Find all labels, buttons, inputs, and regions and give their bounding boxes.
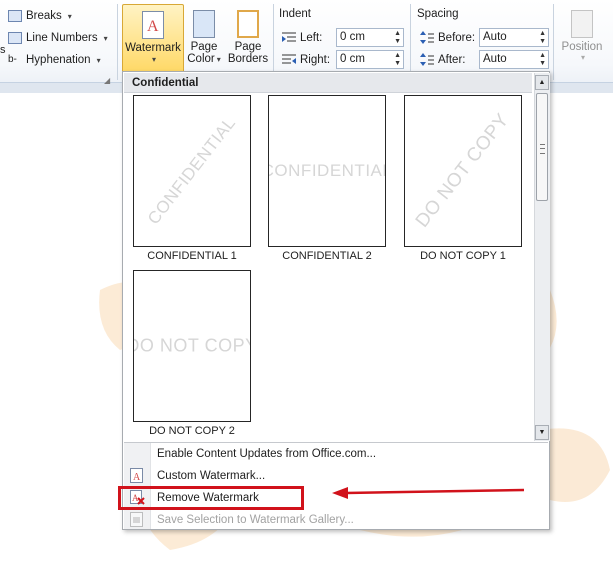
custom-watermark-item[interactable]: Custom Watermark... — [157, 466, 265, 486]
page-borders-label-1: Page — [234, 41, 262, 53]
scroll-up-icon[interactable]: ▲ — [535, 75, 549, 90]
indent-right-value: 0 cm — [340, 53, 365, 65]
position-icon — [571, 10, 593, 38]
line-numbers-button[interactable]: Line Numbers ▾ — [8, 29, 108, 47]
watermark-thumbnail-do-not-copy-2[interactable]: DO NOT COPY — [133, 270, 251, 422]
watermark-thumbnail-confidential-1[interactable]: CONFIDENTIAL — [133, 95, 251, 247]
spacing-after-value: Auto — [483, 53, 507, 65]
indent-right-icon — [282, 53, 296, 67]
dialog-launcher-icon[interactable]: ◢ — [104, 76, 110, 85]
spacing-before-input[interactable]: Auto ▲ ▼ — [479, 28, 549, 47]
indent-left-icon — [282, 31, 296, 45]
group-divider — [410, 4, 411, 80]
hyphenation-icon: b- — [8, 54, 17, 65]
breaks-icon — [8, 10, 22, 22]
page-borders-icon — [237, 10, 259, 38]
svg-text:A: A — [133, 472, 141, 483]
hyphenation-label: Hyphenation — [26, 54, 91, 66]
chevron-down-icon: ▾ — [216, 55, 221, 64]
thumbnail-caption: CONFIDENTIAL 2 — [282, 250, 372, 262]
chevron-down-icon: ▾ — [103, 33, 108, 43]
watermark-thumbnail-do-not-copy-1[interactable]: DO NOT COPY — [404, 95, 522, 247]
truncated-label: s — [0, 44, 6, 56]
page-color-button[interactable]: Page Color ▾ — [184, 4, 224, 72]
watermark-thumbnail-confidential-2[interactable]: CONFIDENTIAL — [268, 95, 386, 247]
spacing-after-input[interactable]: Auto ▲ ▼ — [479, 50, 549, 69]
gallery-scrollbar[interactable]: ▲ ▼ — [534, 73, 550, 441]
indent-right-row: Right: — [282, 50, 330, 70]
watermark-dropdown: Confidential CONFIDENTIAL CONFIDENTIAL 1… — [122, 71, 550, 530]
watermark-preview-text: CONFIDENTIAL — [143, 113, 240, 229]
indent-right-input[interactable]: 0 cm ▲ ▼ — [336, 50, 404, 69]
scrollbar-thumb[interactable] — [536, 93, 548, 201]
remove-watermark-highlight-box — [118, 486, 304, 510]
chevron-down-icon: ▾ — [151, 55, 156, 64]
page-color-label-2: Color — [187, 53, 215, 65]
watermark-button[interactable]: A Watermark ▾ — [122, 4, 184, 74]
menu-separator — [124, 442, 548, 443]
save-selection-icon — [130, 512, 143, 527]
watermark-preview-text: DO NOT COPY — [411, 109, 514, 232]
page-borders-button[interactable]: Page Borders — [226, 4, 270, 72]
spacing-after-icon — [420, 53, 434, 67]
watermark-preview-text: CONFIDENTIAL — [268, 161, 386, 180]
group-divider — [117, 4, 118, 80]
group-divider — [553, 4, 554, 80]
hyphenation-button[interactable]: b- Hyphenation ▾ — [8, 51, 101, 69]
group-divider — [273, 4, 274, 80]
spacing-after-label: After: — [438, 54, 466, 66]
watermark-preview-text: DO NOT COPY — [134, 335, 250, 356]
line-numbers-icon — [8, 32, 22, 44]
chevron-down-icon: ▾ — [580, 53, 585, 62]
spinner-arrows-icon[interactable]: ▲ ▼ — [394, 30, 401, 46]
save-selection-to-gallery-item: Save Selection to Watermark Gallery... — [157, 514, 354, 526]
enable-content-updates-item[interactable]: Enable Content Updates from Office.com..… — [157, 444, 376, 464]
thumbnail-caption: DO NOT COPY 2 — [149, 425, 235, 437]
position-label: Position — [561, 41, 603, 53]
indent-left-input[interactable]: 0 cm ▲ ▼ — [336, 28, 404, 47]
spacing-before-icon — [420, 31, 434, 45]
spacing-group-title: Spacing — [417, 8, 459, 20]
spacing-before-row: Before: — [420, 28, 475, 48]
breaks-label: Breaks — [26, 10, 62, 22]
thumbnail-caption: DO NOT COPY 1 — [420, 250, 506, 262]
annotation-arrow-icon — [332, 487, 525, 499]
breaks-button[interactable]: Breaks ▾ — [8, 7, 72, 25]
grip-icon — [540, 144, 545, 154]
spacing-before-label: Before: — [438, 32, 476, 44]
paint-bucket-icon — [193, 10, 215, 38]
chevron-down-icon: ▾ — [67, 11, 72, 21]
page-borders-label-2: Borders — [227, 53, 269, 65]
position-button[interactable]: Position ▾ — [557, 4, 607, 70]
thumbnail-caption: CONFIDENTIAL 1 — [147, 250, 237, 262]
indent-group-title: Indent — [279, 8, 311, 20]
gallery-section-header: Confidential — [124, 73, 532, 93]
scroll-down-icon[interactable]: ▼ — [535, 425, 549, 440]
indent-left-value: 0 cm — [340, 31, 365, 43]
custom-watermark-icon: A — [130, 468, 143, 483]
spinner-arrows-icon[interactable]: ▲ ▼ — [539, 30, 546, 46]
page-color-label-1: Page — [190, 41, 218, 53]
line-numbers-label: Line Numbers — [26, 32, 98, 44]
chevron-down-icon: ▾ — [96, 55, 101, 65]
watermark-label: Watermark — [125, 42, 181, 54]
spinner-arrows-icon[interactable]: ▲ ▼ — [394, 52, 401, 68]
watermark-icon: A — [142, 11, 164, 39]
spacing-after-row: After: — [420, 50, 465, 70]
svg-text:A: A — [147, 18, 159, 35]
spinner-arrows-icon[interactable]: ▲ ▼ — [539, 52, 546, 68]
indent-left-row: Left: — [282, 28, 322, 48]
indent-left-label: Left: — [300, 32, 323, 44]
indent-right-label: Right: — [300, 54, 331, 66]
spacing-before-value: Auto — [483, 31, 507, 43]
